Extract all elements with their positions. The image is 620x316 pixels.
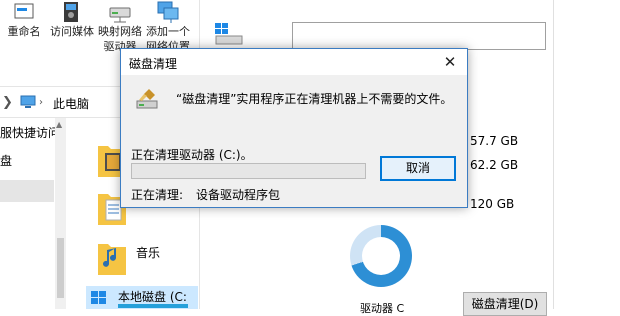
list-item-music[interactable]: 音乐 <box>96 236 206 280</box>
cleanup-progress-bar <box>131 163 366 179</box>
computer-icon <box>20 95 36 108</box>
navigation-pane: 服快捷访问 盘 ▲ <box>0 118 67 309</box>
rename-label: 重命名 <box>7 25 41 38</box>
cleaning-item-value: 设备驱动程序包 <box>196 188 281 202</box>
nav-item-selected[interactable] <box>0 180 54 202</box>
cleaning-label: 正在清理: <box>131 188 184 202</box>
disk-usage-chart <box>350 225 412 287</box>
media-icon <box>64 2 78 22</box>
map-network-drive-button[interactable]: 映射网络驱动器 <box>96 0 144 54</box>
drive-icon <box>215 23 243 45</box>
chevron-right-icon[interactable]: › <box>39 97 43 108</box>
pane-divider <box>553 0 554 309</box>
nav-item-label: 盘 <box>0 154 13 168</box>
map-drive-icon <box>109 7 131 23</box>
nav-item-label: 服快捷访问 <box>0 126 61 140</box>
cancel-button[interactable]: 取消 <box>380 156 456 181</box>
nav-scrollbar[interactable]: ▲ <box>55 118 66 309</box>
used-space-value: 57.7 GB <box>470 134 519 148</box>
network-location-icon <box>157 1 179 23</box>
capacity-value: 120 GB <box>470 197 515 211</box>
disk-usage-bar <box>118 304 188 308</box>
chevron-left-icon[interactable]: ❯ <box>2 95 13 110</box>
dialog-message: “磁盘清理”实用程序正在清理机器上不需要的文件。 <box>176 92 453 106</box>
list-item-label: 音乐 <box>136 246 161 260</box>
list-item-local-disk[interactable]: 本地磁盘 (C: <box>86 286 198 309</box>
nav-item-quick-access[interactable]: 服快捷访问 <box>0 122 60 144</box>
drive-caption: 驱动器 C <box>360 302 405 315</box>
rename-icon <box>14 3 34 19</box>
dialog-title: 磁盘清理 <box>129 57 178 71</box>
label-input[interactable] <box>292 22 546 50</box>
windows-drive-icon <box>91 291 106 304</box>
dialog-titlebar[interactable]: 磁盘清理 ✕ <box>121 49 467 75</box>
drive-status-text: 正在清理驱动器 (C:)。 <box>131 148 253 162</box>
breadcrumb-this-pc[interactable]: 此电脑 <box>53 95 89 112</box>
rename-button[interactable]: 重命名 <box>0 0 48 39</box>
add-network-location-button[interactable]: 添加一个网络位置 <box>144 0 192 54</box>
disk-cleanup-button[interactable]: 磁盘清理(D) <box>463 292 547 316</box>
close-icon[interactable]: ✕ <box>433 49 467 75</box>
music-folder-icon <box>98 244 126 275</box>
disk-cleanup-dialog: 磁盘清理 ✕ “磁盘清理”实用程序正在清理机器上不需要的文件。 正在清理驱动器 … <box>120 48 468 208</box>
scroll-up-icon[interactable]: ▲ <box>56 120 62 129</box>
nav-item-drive[interactable]: 盘 <box>0 150 12 172</box>
access-media-label: 访问媒体 <box>50 25 94 38</box>
list-item-label: 本地磁盘 (C: <box>118 290 187 304</box>
access-media-button[interactable]: 访问媒体 <box>48 0 96 39</box>
disk-cleanup-icon <box>136 89 158 109</box>
free-space-value: 62.2 GB <box>470 158 519 172</box>
nav-scroll-thumb[interactable] <box>57 238 64 298</box>
